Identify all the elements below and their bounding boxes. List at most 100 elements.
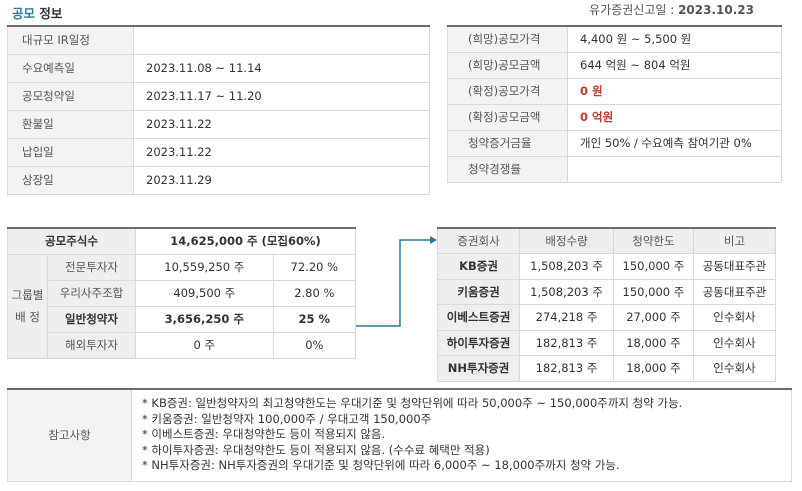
arrow-connector-icon bbox=[356, 236, 437, 327]
allocation-shares: 10,559,250 주 bbox=[135, 253, 274, 281]
price-value: 644 억원 ~ 804 억원 bbox=[567, 51, 782, 79]
schedule-label: 납입일 bbox=[7, 137, 134, 167]
price-label: 청약경쟁률 bbox=[447, 155, 568, 183]
group-label-line1: 그룹별 bbox=[11, 288, 44, 302]
note-item: * 하이투자증권: 우대청약한도 등이 적용되지 않음. (수수료 혜택만 적용… bbox=[142, 442, 490, 457]
notes-label: 참고사항 bbox=[7, 388, 132, 482]
group-label-line2: 배 정 bbox=[15, 310, 40, 324]
allocation-pct: 0% bbox=[272, 331, 357, 359]
allocation-pct: 72.20 % bbox=[272, 253, 357, 281]
table-row: 공모주식수 14,625,000 주 (모집60%) bbox=[7, 227, 356, 255]
schedule-table: 대규모 IR일정 수요예측일 2023.11.08 ~ 11.14 공모청약일 20… bbox=[7, 25, 430, 195]
page-title: 공모 정보 bbox=[12, 3, 62, 22]
note-item: * KB증권: 일반청약자의 최고청약한도는 우대기준 및 청약단위에 따라 5… bbox=[142, 396, 683, 410]
allocation-category-retail: 일반청약자 bbox=[47, 305, 136, 333]
table-row: 납입일 2023.11.22 bbox=[7, 137, 430, 167]
schedule-value: 2023.11.29 bbox=[133, 165, 430, 195]
table-row: 일반청약자 3,656,250 주 25 % bbox=[8, 305, 357, 333]
price-label: (확정)공모금액 bbox=[447, 103, 568, 131]
table-row: 공모청약일 2023.11.17 ~ 11.20 bbox=[7, 81, 430, 111]
schedule-label: 공모청약일 bbox=[7, 81, 134, 111]
price-value: 개인 50% / 수요예측 참여기관 0% bbox=[567, 129, 782, 157]
price-value: 4,400 원 ~ 5,500 원 bbox=[567, 25, 782, 53]
table-row: (확정)공모금액 0 억원 bbox=[447, 103, 782, 131]
table-row: 대규모 IR일정 bbox=[7, 25, 430, 55]
schedule-label: 대규모 IR일정 bbox=[7, 25, 134, 55]
table-header-row: 증권회사 배정수량 청약한도 비고 bbox=[436, 227, 777, 254]
table-row: 청약경쟁률 bbox=[447, 155, 782, 183]
report-date-value: 2023.10.23 bbox=[678, 3, 754, 17]
allocation-category: 우리사주조합 bbox=[47, 279, 136, 307]
shares-table: 공모주식수 14,625,000 주 (모집60%) 그룹별배 정 전문투자자 … bbox=[7, 227, 357, 359]
broker-allotment: 274,218 주 bbox=[519, 304, 614, 331]
table-row: (확정)공모가격 0 원 bbox=[447, 77, 782, 105]
note-item: * 키움증권: 일반청약자 100,000주 / 우대고객 150,000주 bbox=[142, 411, 432, 426]
broker-name: 키움증권 bbox=[436, 278, 521, 305]
table-row: 환불일 2023.11.22 bbox=[7, 109, 430, 139]
column-header: 증권회사 bbox=[436, 227, 521, 254]
broker-name: 이베스트증권 bbox=[436, 304, 521, 331]
broker-note: 인수회사 bbox=[692, 355, 777, 382]
broker-limit: 27,000 주 bbox=[612, 304, 694, 331]
table-row: KB증권 1,508,203 주 150,000 주 공동대표주관 bbox=[436, 253, 777, 280]
price-table: (희망)공모가격 4,400 원 ~ 5,500 원 (희망)공모금액 644 억원… bbox=[447, 25, 782, 183]
note-item: * 이베스트증권: 우대청약한도 등이 적용되지 않음. bbox=[142, 427, 386, 441]
price-value bbox=[567, 155, 782, 183]
allocation-pct-retail: 25 % bbox=[272, 305, 357, 333]
price-label: 청약증거금율 bbox=[447, 129, 568, 157]
broker-limit: 150,000 주 bbox=[612, 253, 694, 280]
note-item: * NH투자증권: NH투자증권의 우대기준 및 청약단위에 따라 6,000주… bbox=[142, 458, 620, 472]
column-header: 비고 bbox=[692, 227, 777, 254]
schedule-label: 환불일 bbox=[7, 109, 134, 139]
price-label: (희망)공모금액 bbox=[447, 51, 568, 79]
schedule-value: 2023.11.08 ~ 11.14 bbox=[133, 53, 430, 83]
broker-allotment: 182,813 주 bbox=[519, 355, 614, 382]
allocation-category: 전문투자자 bbox=[47, 253, 136, 281]
allocation-shares: 409,500 주 bbox=[135, 279, 274, 307]
schedule-value: 2023.11.22 bbox=[133, 109, 430, 139]
table-row: 상장일 2023.11.29 bbox=[7, 165, 430, 195]
schedule-value: 2023.11.22 bbox=[133, 137, 430, 167]
broker-name: 하이투자증권 bbox=[436, 329, 521, 356]
broker-note: 공동대표주관 bbox=[692, 278, 777, 305]
brokers-table: 증권회사 배정수량 청약한도 비고 KB증권 1,508,203 주 150,0… bbox=[436, 227, 777, 382]
notes-list: * KB증권: 일반청약자의 최고청약한도는 우대기준 및 청약단위에 따라 5… bbox=[131, 388, 792, 482]
title-rest: 정보 bbox=[35, 6, 63, 21]
broker-name: KB증권 bbox=[436, 253, 521, 280]
price-label: (확정)공모가격 bbox=[447, 77, 568, 105]
allocation-category: 해외투자자 bbox=[47, 331, 136, 359]
schedule-value bbox=[133, 25, 430, 55]
broker-limit: 150,000 주 bbox=[612, 278, 694, 305]
allocation-shares-retail: 3,656,250 주 bbox=[135, 305, 274, 333]
table-row: (희망)공모가격 4,400 원 ~ 5,500 원 bbox=[447, 25, 782, 53]
allocation-pct: 2.80 % bbox=[272, 279, 357, 307]
schedule-value: 2023.11.17 ~ 11.20 bbox=[133, 81, 430, 111]
table-row: 키움증권 1,508,203 주 150,000 주 공동대표주관 bbox=[436, 278, 777, 305]
table-row: 참고사항 * KB증권: 일반청약자의 최고청약한도는 우대기준 및 청약단위에… bbox=[7, 388, 792, 482]
confirmed-amount-value: 0 억원 bbox=[567, 103, 782, 131]
column-header: 배정수량 bbox=[519, 227, 614, 254]
allocation-shares: 0 주 bbox=[135, 331, 274, 359]
broker-limit: 18,000 주 bbox=[612, 355, 694, 382]
price-label: (희망)공모가격 bbox=[447, 25, 568, 53]
broker-allotment: 1,508,203 주 bbox=[519, 253, 614, 280]
table-row: 그룹별배 정 전문투자자 10,559,250 주 72.20 % bbox=[7, 253, 357, 359]
broker-allotment: 1,508,203 주 bbox=[519, 278, 614, 305]
table-row: NH투자증권 182,813 주 18,000 주 인수회사 bbox=[436, 355, 777, 382]
table-row: (희망)공모금액 644 억원 ~ 804 억원 bbox=[447, 51, 782, 79]
broker-note: 인수회사 bbox=[692, 329, 777, 356]
broker-note: 인수회사 bbox=[692, 304, 777, 331]
report-date: 유가증권신고일 : 2023.10.23 bbox=[589, 1, 754, 18]
report-date-label: 유가증권신고일 : bbox=[589, 3, 679, 17]
broker-limit: 18,000 주 bbox=[612, 329, 694, 356]
column-header: 청약한도 bbox=[612, 227, 694, 254]
broker-allotment: 182,813 주 bbox=[519, 329, 614, 356]
notes-table: 참고사항 * KB증권: 일반청약자의 최고청약한도는 우대기준 및 청약단위에… bbox=[7, 388, 792, 482]
total-shares-value: 14,625,000 주 (모집60%) bbox=[135, 227, 356, 255]
table-row: 해외투자자 0 주 0% bbox=[8, 331, 357, 359]
table-row: 수요예측일 2023.11.08 ~ 11.14 bbox=[7, 53, 430, 83]
confirmed-price-value: 0 원 bbox=[567, 77, 782, 105]
table-row: 하이투자증권 182,813 주 18,000 주 인수회사 bbox=[436, 329, 777, 356]
broker-name: NH투자증권 bbox=[436, 355, 521, 382]
title-accent: 공모 bbox=[12, 6, 36, 21]
